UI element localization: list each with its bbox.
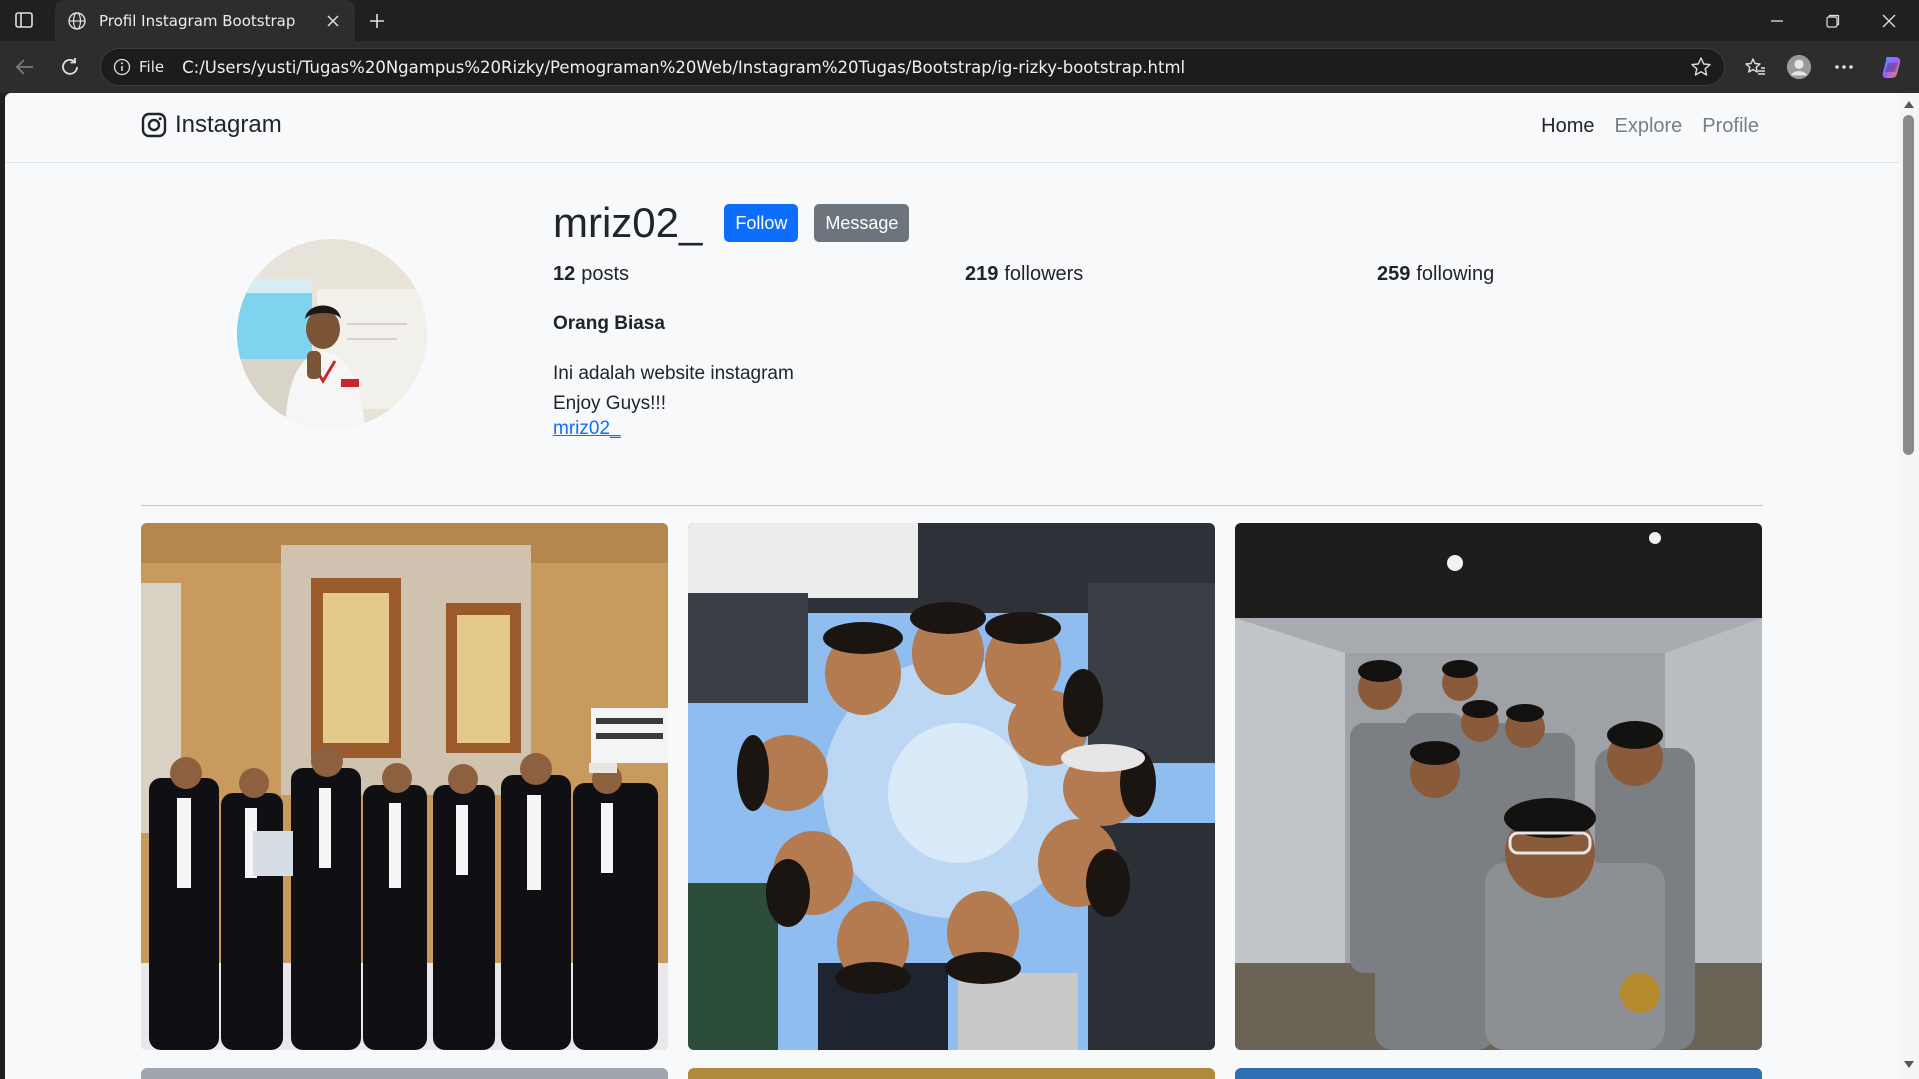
plus-icon[interactable] [364,8,390,34]
info-icon[interactable] [113,58,131,76]
post-thumbnail[interactable] [1235,523,1762,1050]
following-label: following [1416,263,1495,285]
post-thumbnail[interactable] [141,523,668,1050]
message-button[interactable]: Message [814,204,910,242]
post-thumbnail[interactable] [688,523,1215,1050]
address-url[interactable]: C:/Users/yusti/Tugas%20Ngampus%20Rizky/P… [182,58,1690,77]
page-scrollbar[interactable] [1899,93,1919,1079]
profile-icon[interactable] [1786,54,1812,80]
page-viewport: Instagram Home Explore Profile mriz02_ F… [5,93,1899,1079]
refresh-icon[interactable] [57,54,83,80]
bio-line-1: Ini adalah website instagram [553,363,794,384]
bio-name: Orang Biasa [553,313,665,334]
bio-link[interactable]: mriz02_ [553,418,621,440]
followers-stat[interactable]: 219 followers [965,263,1083,286]
browser-tab[interactable]: Profil Instagram Bootstrap [55,0,355,41]
profile-content: mriz02_ Follow Message 12 posts 219 follow… [5,163,1899,1079]
nav-home[interactable]: Home [1541,115,1594,138]
navbar-brand[interactable]: Instagram [141,111,282,139]
minimize-icon[interactable] [1764,8,1790,34]
brand-text: Instagram [175,111,282,138]
browser-toolbar: File C:/Users/yusti/Tugas%20Ngampus%20Ri… [0,41,1919,93]
sidebar-toggle-icon[interactable] [12,9,36,31]
star-icon[interactable] [1690,56,1712,78]
close-icon[interactable] [323,11,343,31]
posts-stat[interactable]: 12 posts [553,263,629,286]
favorites-icon[interactable] [1742,54,1768,80]
more-icon[interactable] [1831,54,1857,80]
nav-profile[interactable]: Profile [1702,115,1759,138]
instagram-logo-icon [141,112,167,138]
profile-avatar[interactable] [237,239,427,429]
posts-label: posts [581,263,630,285]
post-thumbnail[interactable] [1235,1068,1762,1079]
post-thumbnail[interactable] [141,1068,668,1079]
profile-header: mriz02_ Follow Message [553,199,925,247]
followers-label: followers [1004,263,1084,285]
restore-icon[interactable] [1820,8,1846,34]
bio-line-2: Enjoy Guys!!! [553,393,666,414]
post-thumbnail[interactable] [688,1068,1215,1079]
follow-button[interactable]: Follow [724,204,799,242]
back-icon[interactable] [12,54,38,80]
nav-explore[interactable]: Explore [1614,115,1682,138]
browser-tab-bar: Profil Instagram Bootstrap [0,0,1919,41]
following-stat[interactable]: 259 following [1377,263,1494,286]
followers-count: 219 [965,263,999,285]
nav-links: Home Explore Profile [1541,115,1759,138]
copilot-icon[interactable] [1879,54,1905,80]
address-bar[interactable]: File C:/Users/yusti/Tugas%20Ngampus%20Ri… [100,48,1725,86]
site-navbar: Instagram Home Explore Profile [5,93,1899,163]
following-count: 259 [1377,263,1411,285]
section-divider [141,505,1763,506]
scrollbar-thumb[interactable] [1903,115,1914,455]
address-scheme: File [139,58,165,76]
tab-title: Profil Instagram Bootstrap [99,11,296,30]
scroll-up-icon[interactable] [1904,101,1914,108]
profile-username: mriz02_ [553,199,703,246]
posts-count: 12 [553,263,576,285]
window-close-icon[interactable] [1876,8,1902,34]
scroll-down-icon[interactable] [1904,1061,1914,1068]
globe-icon [67,11,87,31]
